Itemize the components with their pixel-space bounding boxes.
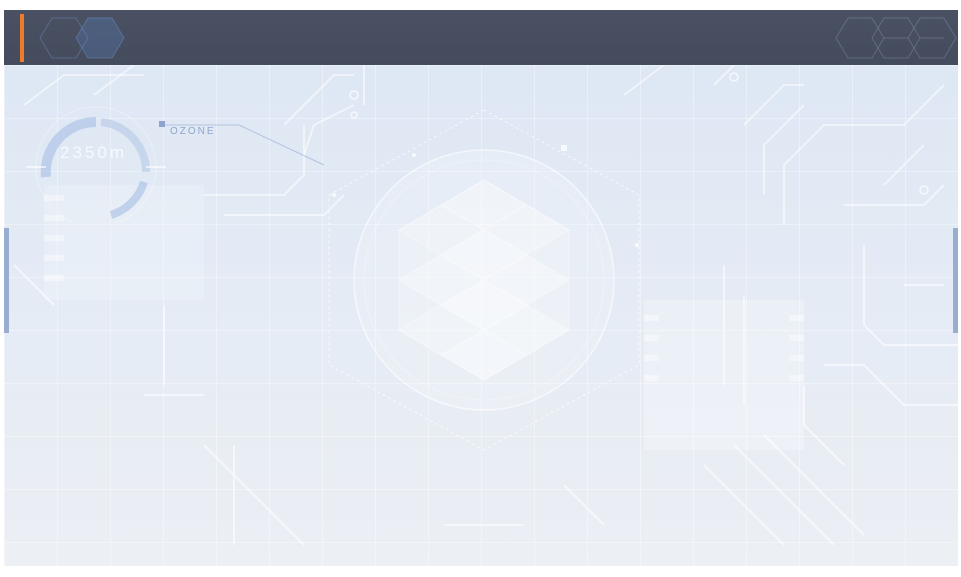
right-side-tab (953, 228, 958, 333)
right-bar-panel (644, 300, 804, 450)
left-side-tab (4, 228, 9, 333)
hexagon-pattern-right-icon (835, 17, 957, 59)
title-bar (4, 10, 958, 65)
ozone-marker-icon (159, 121, 165, 127)
accent-bar (20, 14, 24, 62)
ozone-label: OZONE (170, 126, 216, 137)
gauge-value: 2350m (60, 143, 127, 162)
hexagon-pattern-left-icon (39, 17, 125, 59)
app-window: 2350m OZONE (4, 10, 958, 566)
info-text-top-right (826, 92, 836, 182)
central-hexagon-gem-icon (328, 109, 640, 451)
info-text-bottom-left (32, 384, 42, 504)
